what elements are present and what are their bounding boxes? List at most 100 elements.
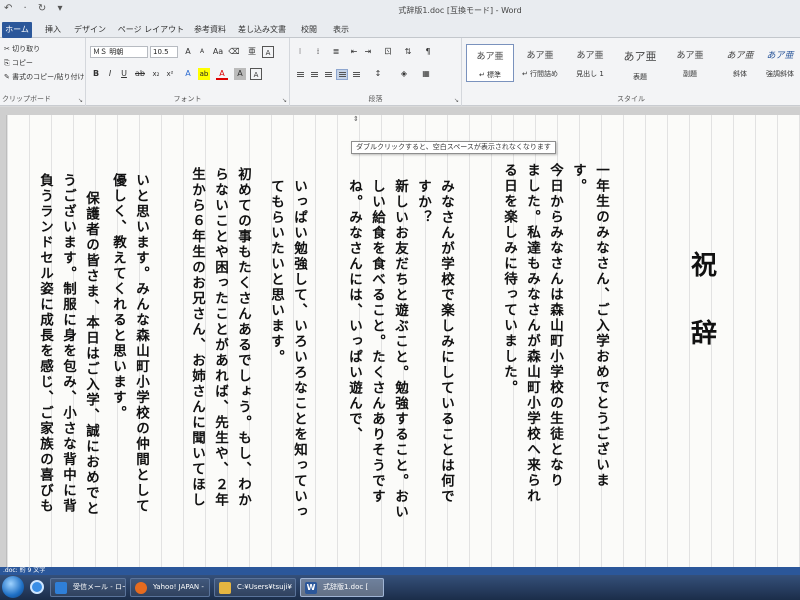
phonetic-guide-icon[interactable]: 亜 (246, 46, 258, 58)
increase-indent-icon[interactable]: ⇥ (362, 46, 374, 58)
tab-view[interactable]: 表示 (328, 22, 354, 38)
clipboard-group-label: クリップボード (2, 95, 51, 103)
change-case-icon[interactable]: Aa (212, 46, 224, 58)
tab-references[interactable]: 参考資料 (190, 22, 230, 38)
text-effects-icon[interactable]: A (182, 68, 194, 80)
style-subtitle[interactable]: あア亜 副題 (666, 44, 714, 82)
taskbar-mail[interactable]: 受信メール - ロー (50, 578, 126, 597)
taskbar-mail-label: 受信メール - ロー (73, 583, 126, 591)
text-column: しい給食を食べること。たくさんありそうです (369, 179, 385, 505)
borders-icon[interactable]: ▦ (420, 68, 432, 80)
paragraph-dialog-launcher-icon[interactable]: ↘ (454, 97, 459, 104)
distributed-lines (353, 72, 360, 78)
multilevel-list-icon[interactable]: ≣ (330, 46, 342, 58)
window-title: 式辞版1.doc [互換モード] - Word (398, 6, 522, 15)
text-column: らないことや困ったことがあれば、先生や、２年 (212, 167, 228, 508)
format-painter-label: 書式のコピー/貼り付け (12, 73, 85, 81)
text-column: 今日からみなさんは森山町小学校の生徒となり (547, 163, 563, 489)
style-no-spacing[interactable]: あア亜 ↵ 行間詰め (516, 44, 564, 82)
font-color-icon[interactable]: A (216, 68, 228, 80)
font-dialog-launcher-icon[interactable]: ↘ (282, 97, 287, 104)
highlight-icon[interactable]: ab (198, 68, 210, 80)
style-name: ↵ 行間詰め (521, 70, 559, 78)
title-bar: ↶ · ↻ ▾ 式辞版1.doc [互換モード] - Word (0, 0, 800, 20)
word-window: ↶ · ↻ ▾ 式辞版1.doc [互換モード] - Word ホーム 挿入 デ… (0, 0, 800, 600)
justify-icon[interactable] (336, 69, 348, 80)
style-normal[interactable]: あア亜 ↵ 標準 (466, 44, 514, 82)
style-emphasis[interactable]: あア亜 斜体 (716, 44, 764, 82)
cut-label: 切り取り (12, 45, 41, 53)
tab-mailings[interactable]: 差し込み文書 (236, 22, 288, 38)
character-border-icon[interactable]: A (250, 68, 262, 80)
style-title[interactable]: あア亜 表題 (616, 44, 664, 82)
mail-icon (55, 582, 67, 594)
subscript-icon[interactable]: x₂ (150, 68, 162, 80)
ribbon: ✂ 切り取り ⎘ コピー ✎ 書式のコピー/貼り付け クリップボード ↘ ＭＳ … (0, 38, 800, 106)
taskbar-explorer-label: C:¥Users¥tsuji¥ (237, 583, 292, 591)
asian-layout-icon[interactable]: ㄖ (382, 46, 394, 58)
underline-icon[interactable]: U (118, 68, 130, 80)
taskbar-browser[interactable]: Yahoo! JAPAN - (130, 578, 210, 597)
bullets-icon[interactable]: ⁝ (294, 46, 306, 58)
taskbar-browser-label: Yahoo! JAPAN - (153, 583, 204, 591)
font-group-label: フォント (173, 95, 202, 103)
shrink-font-icon[interactable]: A (196, 46, 208, 58)
copy-button[interactable]: ⎘ コピー (4, 58, 33, 68)
heading-char-1: 祝 (691, 251, 718, 281)
clipboard-dialog-launcher-icon[interactable]: ↘ (78, 97, 83, 104)
align-center-icon[interactable] (308, 69, 320, 80)
font-size-combo[interactable]: 10.5 (150, 46, 178, 58)
numbering-icon[interactable]: ⁞ (312, 46, 324, 58)
grow-font-icon[interactable]: A (182, 46, 194, 58)
style-preview: あア亜 (676, 51, 704, 61)
tab-home[interactable]: ホーム (2, 22, 32, 38)
whitespace-toggle-icon[interactable]: ⇕ (353, 115, 359, 123)
document-area[interactable]: ⇕ ダブルクリックすると、空白スペースが表示されなくなります 祝 辞 一年生のみ… (0, 107, 800, 567)
styles-group: あア亜 ↵ 標準 あア亜 ↵ 行間詰め あア亜 見出し 1 あア亜 表題 あア亜… (462, 38, 800, 106)
bold-icon[interactable]: B (90, 68, 102, 80)
style-heading-1[interactable]: あア亜 見出し 1 (566, 44, 614, 82)
style-intense-emphasis[interactable]: あア亜 強調斜体 (762, 44, 798, 82)
align-left-lines (297, 72, 304, 78)
browser-icon[interactable] (30, 580, 44, 594)
tab-insert[interactable]: 挿入 (40, 22, 66, 38)
tab-page-layout[interactable]: ページ レイアウト (114, 22, 188, 38)
copy-label: コピー (11, 59, 33, 67)
format-painter-button[interactable]: ✎ 書式のコピー/貼り付け (4, 72, 84, 82)
taskbar-explorer[interactable]: C:¥Users¥tsuji¥ (214, 578, 296, 597)
folder-icon (219, 582, 231, 594)
align-center-lines (311, 72, 318, 78)
strikethrough-icon[interactable]: ab (134, 68, 146, 80)
style-preview: あア亜 (576, 51, 604, 61)
style-name: 見出し 1 (576, 70, 604, 78)
taskbar-word[interactable]: W 式辞版1.doc [ (300, 578, 384, 597)
show-formatting-icon[interactable]: ¶ (422, 46, 434, 58)
start-orb-icon[interactable] (2, 576, 24, 598)
style-name: 表題 (633, 73, 647, 81)
styles-group-label: スタイル (617, 95, 645, 103)
enclose-character-icon[interactable]: A (262, 46, 274, 58)
document-page[interactable]: ⇕ ダブルクリックすると、空白スペースが表示されなくなります 祝 辞 一年生のみ… (6, 115, 800, 567)
shading-icon[interactable]: ◈ (398, 68, 410, 80)
superscript-icon[interactable]: x² (164, 68, 176, 80)
sort-icon[interactable]: ⇅ (402, 46, 414, 58)
text-column: てもらいたいと思います。 (268, 179, 284, 365)
tab-review[interactable]: 校閲 (296, 22, 322, 38)
cut-button[interactable]: ✂ 切り取り (4, 44, 40, 54)
clear-formatting-icon[interactable]: ⌫ (228, 46, 240, 58)
line-spacing-icon[interactable]: ↕ (372, 68, 384, 80)
style-preview: あア亜 (726, 51, 754, 61)
tab-design[interactable]: デザイン (72, 22, 108, 38)
text-column: 一年生のみなさん、ご入学おめでとうございま (593, 163, 609, 489)
decrease-indent-icon[interactable]: ⇤ (348, 46, 360, 58)
character-shading-icon[interactable]: A (234, 68, 246, 80)
align-right-icon[interactable] (322, 69, 334, 80)
text-column: 生から６年生のお兄さん、お姉さんに聞いてほし (189, 167, 205, 508)
style-preview: あア亜 (526, 51, 554, 61)
text-column: うございます。制服に身を包み、小さな背中に背 (60, 173, 76, 514)
italic-icon[interactable]: I (104, 68, 116, 80)
align-left-icon[interactable] (294, 69, 306, 80)
font-name-combo[interactable]: ＭＳ 明朝 (90, 46, 148, 58)
style-name: ↵ 標準 (478, 71, 502, 79)
distributed-icon[interactable] (350, 69, 362, 80)
